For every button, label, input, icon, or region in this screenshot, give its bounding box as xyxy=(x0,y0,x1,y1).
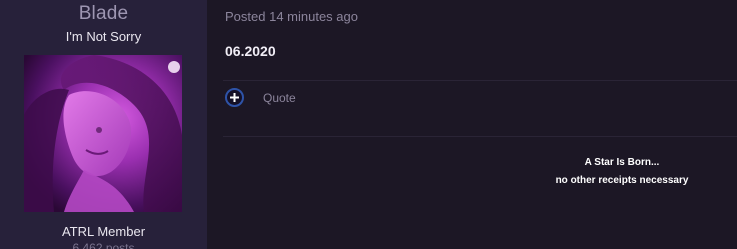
author-title: I'm Not Sorry xyxy=(65,29,142,44)
signature-line-1: A Star Is Born... xyxy=(584,157,660,168)
post-content: 06.2020 xyxy=(225,43,276,59)
forum-post: Blade I'm Not Sorry ATRL Member 6,462 po… xyxy=(0,0,737,249)
author-post-count: 6,462 posts xyxy=(72,241,135,249)
quote-button[interactable]: Quote xyxy=(263,91,296,105)
author-group: ATRL Member xyxy=(61,224,146,239)
post-actions: Quote xyxy=(225,88,296,107)
author-panel: Blade I'm Not Sorry ATRL Member 6,462 po… xyxy=(0,0,207,249)
multiquote-button[interactable] xyxy=(225,88,244,107)
signature-divider xyxy=(223,136,737,137)
post-body: Posted 14 minutes ago 06.2020 Quote A St… xyxy=(207,0,737,249)
post-timestamp[interactable]: Posted 14 minutes ago xyxy=(225,9,358,24)
signature-line-2: no other receipts necessary xyxy=(555,175,689,186)
divider xyxy=(223,80,737,81)
author-name[interactable]: Blade xyxy=(0,3,207,25)
plus-icon xyxy=(230,93,239,102)
signature: A Star Is Born... no other receipts nece… xyxy=(537,154,707,190)
avatar[interactable] xyxy=(24,55,182,212)
avatar-image xyxy=(24,55,182,212)
